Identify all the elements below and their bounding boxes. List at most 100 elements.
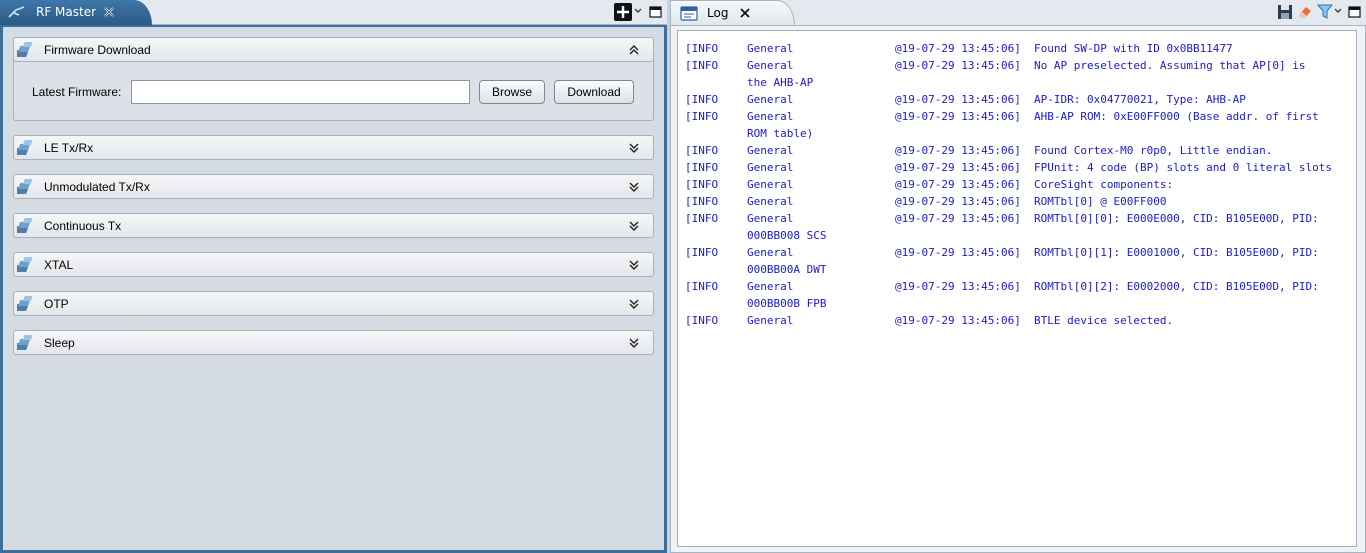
section-header-firmware-download[interactable]: Firmware Download (13, 37, 654, 62)
log-timestamp: @19-07-29 13:45:06] (895, 195, 1021, 208)
log-source: General (747, 212, 794, 225)
log-level: [INFO (685, 314, 719, 327)
log-level: [INFO (685, 178, 719, 191)
section-title: Continuous Tx (44, 219, 122, 233)
chevron-down-double-icon[interactable] (629, 182, 639, 192)
log-entry: [INFO General @19-07-29 13:45:06] AHB-AP RO… (685, 108, 1353, 142)
log-timestamp: @19-07-29 13:45:06] (895, 59, 1021, 72)
log-level: [INFO (685, 161, 719, 174)
latest-firmware-label: Latest Firmware: (32, 85, 122, 99)
log-text-area[interactable]: [INFO General @19-07-29 13:45:06] Found SW-… (677, 30, 1357, 547)
log-source: General (747, 161, 794, 174)
log-entry: [INFO General @19-07-29 13:45:06] Found Cor… (685, 142, 1353, 159)
log-message: AP-IDR: 0x04770021, Type: AHB-AP (1034, 93, 1246, 106)
log-level: [INFO (685, 110, 719, 123)
log-source: General (747, 59, 794, 72)
log-message: AHB-AP ROM: 0xE00FF000 (Base addr. of fi… (1034, 110, 1319, 123)
chevron-down-icon[interactable] (634, 8, 642, 14)
log-entry: [INFO General @19-07-29 13:45:06] Found SW-… (685, 40, 1353, 57)
log-source: General (747, 93, 794, 106)
log-message: ROMTbl[0][2]: E0002000, CID: B105E00D, P… (1034, 280, 1319, 293)
log-message: ROMTbl[0][0]: E000E000, CID: B105E00D, P… (1034, 212, 1319, 225)
log-message-continued: 000BB00A DWT (747, 263, 827, 276)
firmware-download-panel: Firmware Download Latest Firmware: Brows… (13, 37, 654, 121)
log-message-continued: the AHB-AP (747, 76, 814, 89)
log-timestamp: @19-07-29 13:45:06] (895, 144, 1021, 157)
chevron-down-double-icon[interactable] (629, 299, 639, 309)
log-timestamp: @19-07-29 13:45:06] (895, 93, 1021, 106)
section-header-xtal[interactable]: XTAL (13, 252, 654, 277)
section-title: XTAL (44, 258, 74, 272)
log-source: General (747, 42, 794, 55)
add-view-icon[interactable] (614, 3, 632, 21)
firmware-path-input[interactable] (131, 80, 470, 104)
close-icon[interactable] (739, 7, 751, 19)
rf-master-content: Firmware Download Latest Firmware: Brows… (0, 25, 667, 553)
right-tab-bar: Log (670, 0, 1366, 25)
tab-rf-master[interactable]: RF Master (0, 0, 152, 25)
section-title: Firmware Download (44, 43, 151, 57)
section-icon (17, 218, 33, 233)
log-entry: [INFO General @19-07-29 13:45:06] ROMTbl[0]… (685, 210, 1353, 244)
section-header-otp[interactable]: OTP (13, 291, 654, 316)
log-level: [INFO (685, 144, 719, 157)
section-title: LE Tx/Rx (44, 141, 94, 155)
log-level: [INFO (685, 280, 719, 293)
log-timestamp: @19-07-29 13:45:06] (895, 42, 1021, 55)
log-level: [INFO (685, 59, 719, 72)
log-entry: [INFO General @19-07-29 13:45:06] FPUnit: 4… (685, 159, 1353, 176)
log-entry: [INFO General @19-07-29 13:45:06] No AP pre… (685, 57, 1353, 91)
save-icon[interactable] (1277, 4, 1293, 20)
chevron-up-double-icon[interactable] (629, 45, 639, 55)
section-icon (17, 257, 33, 272)
section-icon (17, 335, 33, 350)
tab-log[interactable]: Log (670, 0, 795, 25)
tab-label: RF Master (36, 5, 97, 19)
chevron-down-double-icon[interactable] (629, 221, 639, 231)
log-icon (680, 6, 698, 21)
log-content: [INFO General @19-07-29 13:45:06] Found SW-… (670, 25, 1366, 553)
maximize-icon[interactable] (1348, 6, 1361, 18)
log-message: Found Cortex-M0 r0p0, Little endian. (1034, 144, 1273, 157)
section-title: Unmodulated Tx/Rx (44, 180, 150, 194)
section-header-continuous-tx[interactable]: Continuous Tx (13, 213, 654, 238)
log-message-continued: 000BB00B FPB (747, 297, 827, 310)
rf-master-icon (8, 6, 25, 18)
log-source: General (747, 110, 794, 123)
log-view: Log [INFO General @19-07-29 13:45:06] Found (670, 0, 1366, 553)
close-icon[interactable] (102, 5, 116, 19)
log-timestamp: @19-07-29 13:45:06] (895, 280, 1021, 293)
log-source: General (747, 178, 794, 191)
download-button[interactable]: Download (554, 80, 634, 104)
log-message: BTLE device selected. (1034, 314, 1174, 327)
log-level: [INFO (685, 212, 719, 225)
section-header-unmodulated-tx-rx[interactable]: Unmodulated Tx/Rx (13, 174, 654, 199)
log-level: [INFO (685, 195, 719, 208)
log-entry: [INFO General @19-07-29 13:45:06] ROMTbl[0]… (685, 193, 1353, 210)
log-timestamp: @19-07-29 13:45:06] (895, 161, 1021, 174)
log-level: [INFO (685, 246, 719, 259)
chevron-down-double-icon[interactable] (629, 143, 639, 153)
chevron-down-double-icon[interactable] (629, 260, 639, 270)
log-timestamp: @19-07-29 13:45:06] (895, 178, 1021, 191)
log-message-continued: ROM table) (747, 127, 814, 140)
log-lines: [INFO General @19-07-29 13:45:06] Found SW-… (685, 40, 1353, 329)
section-title: OTP (44, 297, 69, 311)
maximize-icon[interactable] (649, 6, 662, 18)
eraser-icon[interactable] (1297, 4, 1313, 20)
chevron-down-icon[interactable] (1334, 8, 1342, 14)
filter-icon[interactable] (1317, 3, 1333, 20)
chevron-down-double-icon[interactable] (629, 338, 639, 348)
log-message: ROMTbl[0] @ E00FF000 (1034, 195, 1167, 208)
log-entry: [INFO General @19-07-29 13:45:06] ROMTbl[0]… (685, 278, 1353, 312)
section-header-le-tx-rx[interactable]: LE Tx/Rx (13, 135, 654, 160)
log-timestamp: @19-07-29 13:45:06] (895, 212, 1021, 225)
section-title: Sleep (44, 336, 75, 350)
log-message: ROMTbl[0][1]: E0001000, CID: B105E00D, P… (1034, 246, 1319, 259)
section-header-sleep[interactable]: Sleep (13, 330, 654, 355)
browse-button[interactable]: Browse (479, 80, 545, 104)
log-message: FPUnit: 4 code (BP) slots and 0 literal … (1034, 161, 1333, 174)
log-timestamp: @19-07-29 13:45:06] (895, 314, 1021, 327)
log-level: [INFO (685, 93, 719, 106)
section-icon (17, 179, 33, 194)
